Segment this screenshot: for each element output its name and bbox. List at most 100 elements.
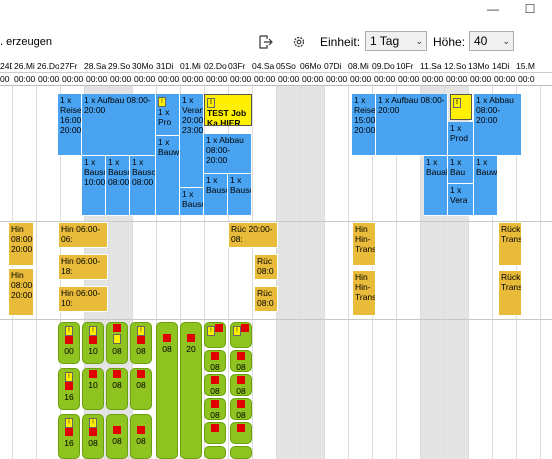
status-icon [241,324,249,332]
task-card[interactable]: 08 [106,414,128,459]
task-card[interactable]: ! 00 [58,322,80,364]
grid-line [324,86,325,459]
task-card[interactable]: ! 10 [82,322,104,364]
note-icon: ! [158,97,166,107]
date-cell: 04.Sa [252,61,275,71]
blue-bar[interactable]: 1 x Aufbau 08:00-20:00 [376,94,448,156]
task-card[interactable]: 08 [230,374,252,396]
blue-bar[interactable]: 1 x Prod [448,122,474,156]
job-card[interactable]: ! [450,94,472,120]
task-label: 16 [64,438,74,448]
hoehe-select[interactable]: 40 ⌄ [469,31,514,51]
task-label: 08 [112,436,122,446]
blue-bar[interactable]: 1 x Bauschicht 08:00 [130,156,156,216]
task-label: 08 [236,362,246,372]
blue-bar[interactable]: 1 x Vera [448,184,474,216]
generate-button[interactable]: . erzeugen [0,36,52,48]
transport-bar[interactable]: Rüc 08:0 [254,254,278,280]
task-card[interactable]: 08 [204,350,226,372]
task-card[interactable] [230,446,252,459]
blue-bar[interactable]: 1 x Bauschicht 08:00 [106,156,130,216]
transport-bar[interactable]: Rüc 20:00-08: [228,222,278,248]
transport-bar[interactable]: Hin Hin-Transpor [352,270,376,316]
transport-bar[interactable]: Hin 08:00-20:00 [8,222,34,266]
task-card[interactable]: ! [204,322,226,348]
task-card[interactable] [204,422,226,444]
blue-bar[interactable]: 1 x Abbau 08:00-20:00 [204,134,252,174]
date-cell: 13Mo [468,61,490,71]
task-card[interactable]: 08 [230,350,252,372]
transport-bar[interactable]: Hin Hin-Transpor [352,222,376,266]
date-cell: 15.M [516,61,535,71]
task-card[interactable]: ! 16 [58,368,80,410]
task-card[interactable]: 08 [106,368,128,410]
task-card[interactable]: ! 08 [82,414,104,459]
date-cell: 12.So [444,61,467,71]
blue-bar[interactable]: 1 x Reise 16:00-20:00 [58,94,82,156]
blue-bar[interactable]: 1 x Reise 15:00-20:00 [352,94,376,156]
time-cell: 00:00 [230,74,252,84]
blue-bar[interactable]: 1 x Abbau 08:00-20:00 [474,94,522,156]
blue-bar[interactable]: 1 x Bauwerksrückga [474,156,498,216]
grid-line [252,86,253,459]
time-cell: 00:00 [326,74,348,84]
time-cell: 00:00 [302,74,324,84]
status-icon [89,428,97,436]
time-cell: 00:00 [38,74,60,84]
time-header: 00 00:00 00:00 00:00 00:00 00:00 00:00 0… [0,73,552,86]
blue-bar[interactable]: 1 x Veranstaltung 20:00-23:00 [180,94,204,188]
status-icon [163,334,171,342]
task-label: 00 [64,346,74,356]
note-icon: ! [207,98,215,108]
transport-bar[interactable]: Hin 08:00-20:00 [8,268,34,316]
note-icon: ! [89,326,97,336]
note-icon: ! [207,326,215,336]
task-card[interactable]: 10 [82,368,104,410]
date-cell: 05So [276,61,296,71]
task-card[interactable] [230,422,252,444]
time-cell: 00:00 [422,74,444,84]
transport-bar[interactable]: Hin 06:00-18: [58,254,108,280]
blue-bar[interactable]: 1 x Bauabnahme [424,156,448,216]
date-cell: 02.Do [204,61,227,71]
task-card[interactable]: 08 [130,414,152,459]
blue-bar[interactable]: 1 x Bauschi [180,188,204,216]
task-label: 08 [136,380,146,390]
transport-bar[interactable]: Rück-Trans [498,270,522,316]
task-card[interactable] [204,446,226,459]
blue-bar[interactable]: ! 1 x Pro [156,94,180,136]
blue-bar[interactable]: 1 x Bauschi [228,174,252,216]
task-card[interactable]: 08 [230,398,252,420]
date-cell: 30Mo [132,61,154,71]
task-card[interactable]: 08 [204,374,226,396]
task-card[interactable]: ! [230,322,252,348]
blue-bar[interactable]: 1 x Bauwer [156,136,180,216]
status-icon [113,370,121,378]
date-cell: 31Di [156,61,174,71]
time-cell: 00:0 [518,74,535,84]
job-card[interactable]: ! TEST Job Ka HIER [204,94,252,126]
task-card[interactable]: 08 [204,398,226,420]
transport-bar[interactable]: Rüc 08:0 [254,286,278,312]
blue-bar[interactable]: 1 x Bauschicht 10:00 [82,156,106,216]
einheit-select[interactable]: 1 Tag ⌄ [365,31,427,51]
time-cell: 00:00 [254,74,276,84]
task-card[interactable]: ! 16 [58,414,80,459]
transport-bar[interactable]: Rück-Trans [498,222,522,266]
blue-bar-label: 1 x Pro [158,107,172,127]
blue-bar[interactable]: 1 x Aufbau 08:00-20:00 [82,94,156,156]
blue-bar[interactable]: 1 x Bauschi [204,174,228,216]
task-card[interactable]: 20 [180,322,202,459]
task-card[interactable]: 08 [106,322,128,364]
blue-bar[interactable]: 1 x Bau [448,156,474,184]
transport-bar[interactable]: Hin 06:00-06: [58,222,108,248]
task-card[interactable]: ! 08 [130,322,152,364]
maximize-icon[interactable]: ☐ [515,0,545,18]
time-cell: 00:00 [350,74,372,84]
export-icon[interactable] [257,33,275,51]
minimize-icon[interactable]: — [478,0,508,18]
gear-icon[interactable] [290,33,308,51]
task-card[interactable]: 08 [156,322,178,459]
transport-bar[interactable]: Hin 06:00-10: [58,286,108,312]
task-card[interactable]: 08 [130,368,152,410]
